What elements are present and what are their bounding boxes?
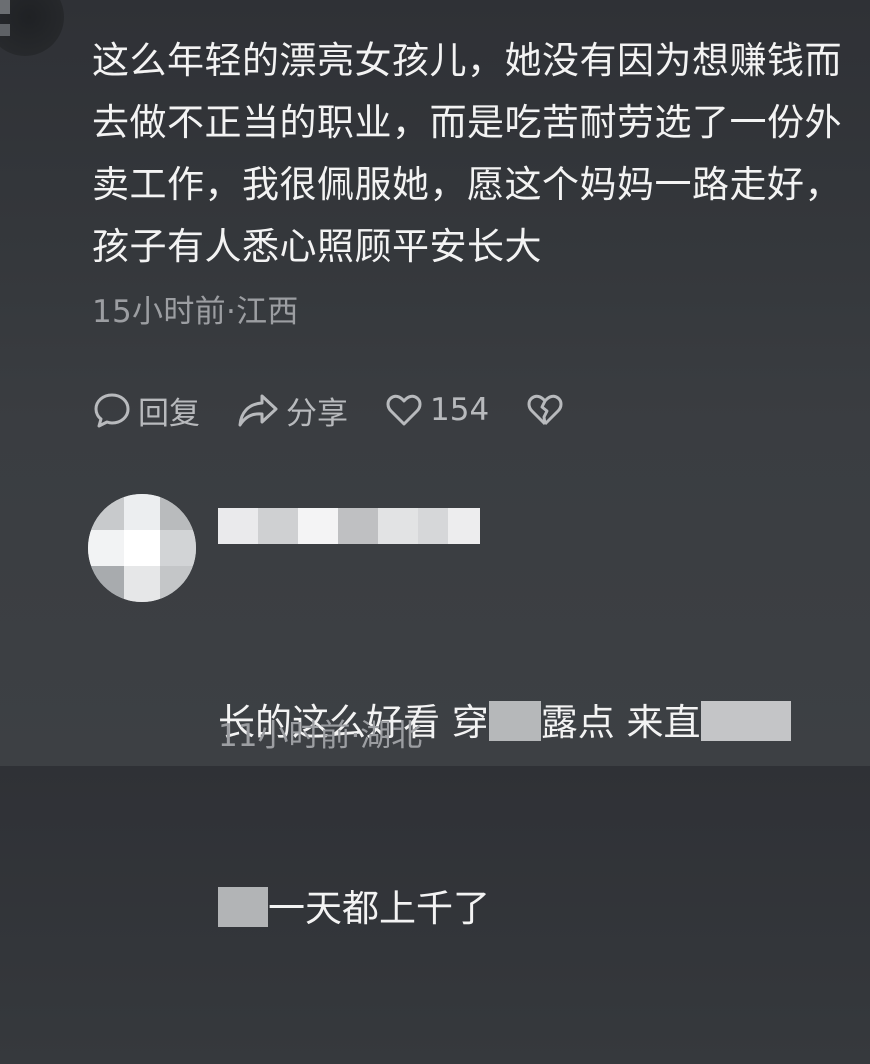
- comment-body: 这么年轻的漂亮女孩儿，她没有因为想赚钱而去做不正当的职业，而是吃苦耐劳选了一份外…: [92, 30, 852, 331]
- comment-actions: 回复 分享 154: [92, 385, 607, 435]
- avatar-pixel: [88, 530, 124, 566]
- comment-text: 这么年轻的漂亮女孩儿，她没有因为想赚钱而去做不正当的职业，而是吃苦耐劳选了一份外…: [92, 39, 842, 268]
- avatar-pixel: [0, 24, 10, 36]
- avatar-pixel: [88, 494, 124, 530]
- share-arrow-icon: [238, 394, 278, 427]
- reply-avatar[interactable]: [88, 494, 196, 602]
- dislike-button[interactable]: [525, 390, 571, 430]
- like-button[interactable]: 154: [384, 390, 489, 430]
- reply-text-line-2: 一天都上千了: [218, 878, 858, 940]
- avatar-pixel: [160, 530, 196, 566]
- reply-button[interactable]: 回复: [92, 388, 200, 433]
- avatar-pixel: [160, 566, 196, 602]
- like-count: 154: [430, 392, 490, 428]
- heart-icon: [386, 394, 422, 426]
- avatar-pixel: [124, 494, 160, 530]
- reply-text-part: 一天都上千了: [268, 887, 490, 930]
- redacted-block: [488, 701, 541, 741]
- chat-bubble-icon: [94, 393, 130, 428]
- reply-text: 长的这么好看 穿露点 来直 一天都上千了: [218, 568, 858, 1064]
- redacted-block: [218, 887, 268, 927]
- avatar-pixel: [88, 566, 124, 602]
- avatar-pixel: [0, 0, 10, 14]
- reply-label: 回复: [138, 395, 200, 432]
- reply-text-part: 露点 来直: [540, 701, 701, 744]
- broken-heart-icon: [527, 394, 563, 426]
- reply-comment: 长的这么好看 穿露点 来直 一天都上千了 11小时前·湖北: [70, 478, 860, 930]
- comment-meta: 15小时前·江西: [92, 294, 299, 330]
- share-button[interactable]: 分享: [236, 388, 348, 433]
- avatar-pixel: [124, 530, 160, 566]
- reply-username-redacted: [218, 508, 480, 544]
- commenter-avatar[interactable]: [0, 0, 64, 56]
- avatar-pixel: [160, 494, 196, 530]
- share-label: 分享: [286, 395, 348, 432]
- redacted-block: [700, 701, 791, 741]
- reply-meta: 11小时前·湖北: [218, 718, 423, 754]
- avatar-pixel: [124, 566, 160, 602]
